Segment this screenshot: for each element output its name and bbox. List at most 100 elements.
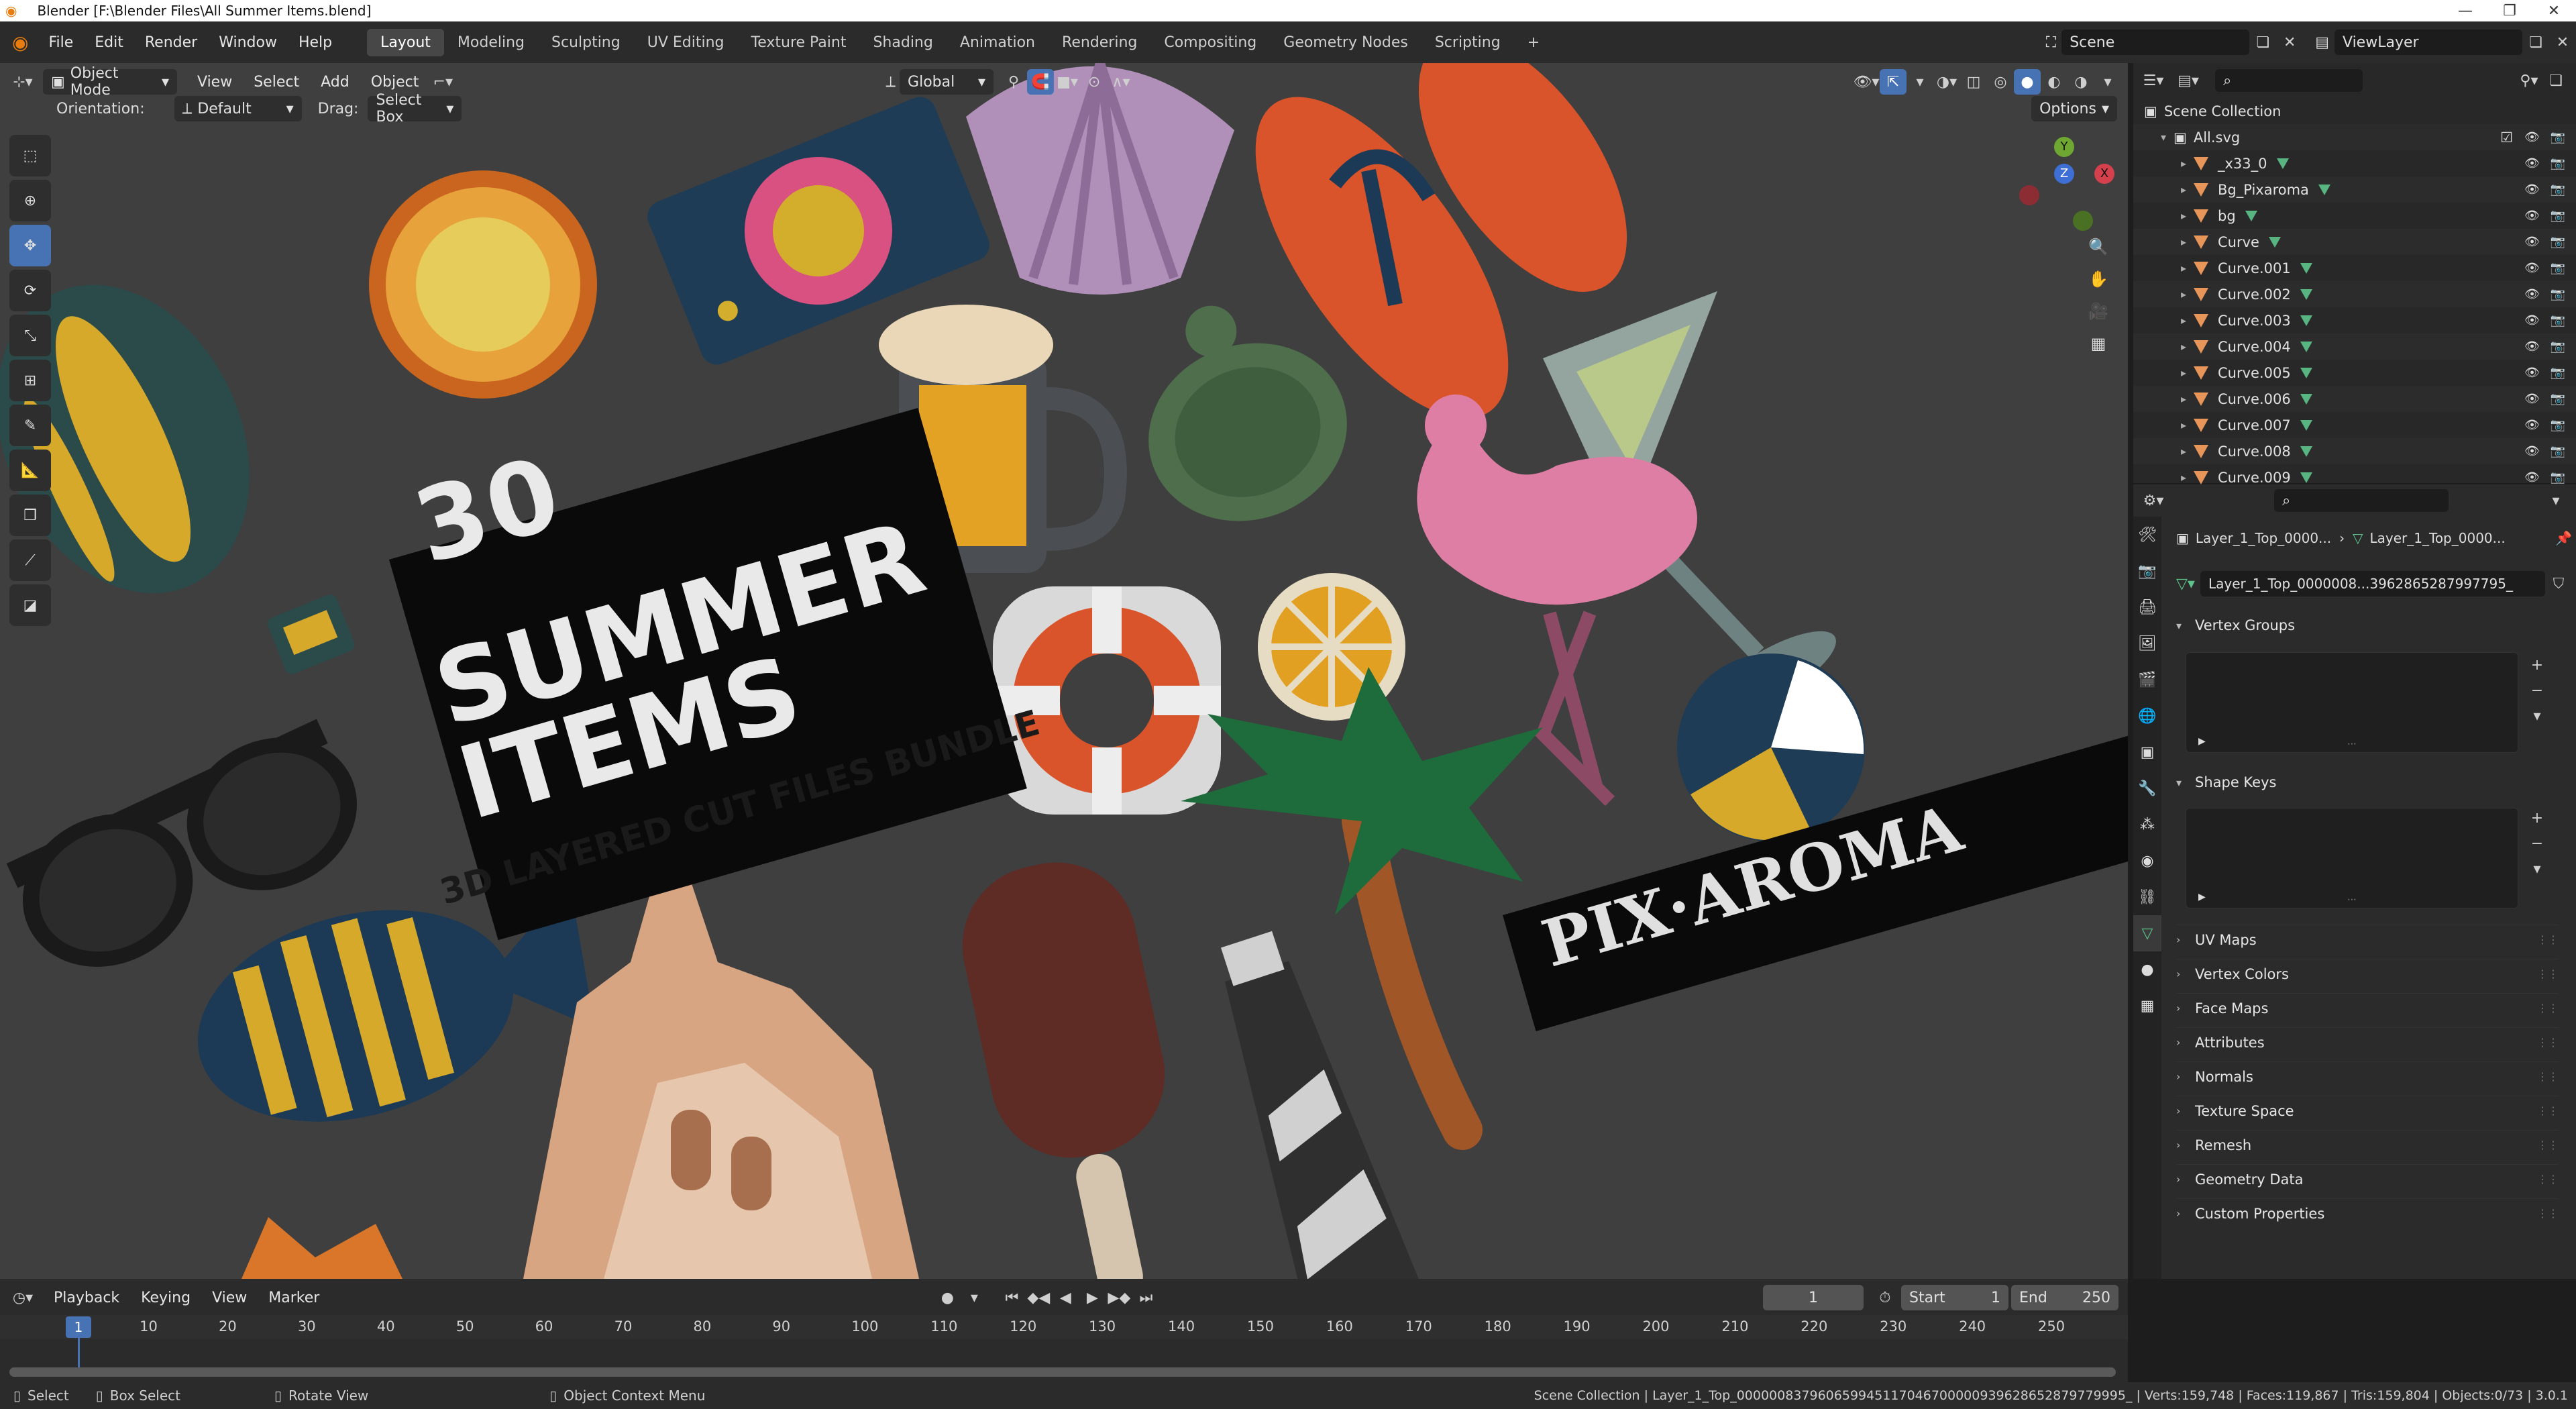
timeline-menu-keying[interactable]: Keying bbox=[130, 1290, 201, 1306]
annotate-tool-icon[interactable]: ✎ bbox=[9, 405, 51, 446]
expand-arrow-icon[interactable]: ▸ bbox=[2174, 236, 2194, 248]
tab-geometry-nodes[interactable]: Geometry Nodes bbox=[1270, 29, 1421, 56]
gizmo-y-axis[interactable]: Y bbox=[2054, 137, 2074, 157]
physics-tab-icon[interactable]: ◉ bbox=[2133, 843, 2161, 879]
3d-viewport[interactable]: 30 SUMMER ITEMS 3D LAYERED CUT FILES BUN… bbox=[0, 63, 2128, 1279]
gizmo-x-axis[interactable]: X bbox=[2094, 164, 2114, 184]
expand-arrow-icon[interactable]: ▸ bbox=[2174, 288, 2194, 301]
add-vertex-group-button[interactable]: + bbox=[2524, 652, 2551, 678]
timeline-menu-marker[interactable]: Marker bbox=[258, 1290, 330, 1306]
pivot-icon[interactable]: ⚲ bbox=[1000, 69, 1027, 95]
camera-icon[interactable]: 📷 bbox=[2551, 261, 2565, 275]
camera-icon[interactable]: 📷 bbox=[2551, 418, 2565, 432]
tab-modeling[interactable]: Modeling bbox=[444, 29, 538, 56]
expand-arrow-icon[interactable]: ▸ bbox=[2174, 183, 2194, 196]
solid-shading-icon[interactable]: ● bbox=[2014, 69, 2041, 95]
drag-grip-icon[interactable]: ⋮⋮ bbox=[2537, 1070, 2559, 1083]
tab-sculpting[interactable]: Sculpting bbox=[538, 29, 634, 56]
scale-tool-icon[interactable]: ⤡ bbox=[9, 315, 51, 356]
expand-arrow-icon[interactable]: ▸ bbox=[2174, 471, 2194, 484]
rotate-tool-icon[interactable]: ⟳ bbox=[9, 270, 51, 311]
render-tab-icon[interactable]: 📷 bbox=[2133, 553, 2161, 589]
scene-collection-row[interactable]: ▣ Scene Collection bbox=[2133, 98, 2576, 124]
drag-grip-icon[interactable]: ⋮⋮ bbox=[2537, 933, 2559, 946]
drag-grip-icon[interactable]: ⋮⋮ bbox=[2537, 1104, 2559, 1117]
timeline-menu-playback[interactable]: Playback bbox=[43, 1290, 130, 1306]
eye-icon[interactable]: 👁 bbox=[2524, 470, 2540, 484]
record-icon[interactable]: ● bbox=[934, 1285, 961, 1310]
add-workspace-button[interactable]: + bbox=[1514, 29, 1553, 56]
tab-uv-editing[interactable]: UV Editing bbox=[634, 29, 738, 56]
close-button[interactable]: ✕ bbox=[2532, 3, 2576, 19]
menu-file[interactable]: File bbox=[38, 34, 84, 51]
timeline-editor-type-icon[interactable]: ◷▾ bbox=[9, 1285, 36, 1310]
navigation-gizmo[interactable]: Y Z X bbox=[2012, 137, 2120, 244]
new-viewlayer-icon[interactable]: ❏ bbox=[2522, 30, 2549, 55]
expand-arrow-icon[interactable]: ▸ bbox=[2174, 393, 2194, 405]
jump-start-icon[interactable]: ⏮ bbox=[998, 1285, 1025, 1310]
gizmo-toggle-icon[interactable]: ⇱ bbox=[1880, 69, 1907, 95]
filter-icon[interactable]: ⚲▾ bbox=[2516, 68, 2542, 93]
camera-icon[interactable]: 📷 bbox=[2551, 444, 2565, 458]
tab-compositing[interactable]: Compositing bbox=[1150, 29, 1270, 56]
blender-menu-icon[interactable]: ◉ bbox=[12, 32, 28, 54]
orientation-selector[interactable]: ⟂ Default ▾ bbox=[174, 96, 302, 121]
outliner-object-row[interactable]: ▸ _x33_0 👁 📷 bbox=[2133, 150, 2576, 176]
expand-arrow-icon[interactable]: ▸ bbox=[2174, 445, 2194, 458]
gizmo-dropdown-icon[interactable]: ▾ bbox=[1907, 69, 1933, 95]
snap-target-icon[interactable]: ■▾ bbox=[1054, 69, 1081, 95]
outliner-object-row[interactable]: ▸ Curve.004 👁 📷 bbox=[2133, 333, 2576, 360]
viewport-menu-view[interactable]: View bbox=[186, 74, 243, 91]
eye-icon[interactable]: 👁 bbox=[2524, 366, 2540, 380]
camera-icon[interactable]: 📷 bbox=[2551, 470, 2565, 484]
start-frame-field[interactable]: Start 1 bbox=[1901, 1285, 2008, 1310]
panel-header[interactable]: › Attributes ⋮⋮ bbox=[2176, 1027, 2559, 1057]
menu-render[interactable]: Render bbox=[134, 34, 208, 51]
panel-shape-keys-header[interactable]: ▾ Shape Keys bbox=[2176, 768, 2559, 797]
gizmo-neg-y[interactable] bbox=[2073, 211, 2093, 231]
eye-icon[interactable]: 👁 bbox=[2524, 130, 2540, 144]
stopwatch-icon[interactable]: ⏱ bbox=[1872, 1285, 1898, 1310]
panel-header[interactable]: › Custom Properties ⋮⋮ bbox=[2176, 1198, 2559, 1228]
camera-icon[interactable]: 📷 bbox=[2551, 340, 2565, 354]
playhead[interactable]: 1 bbox=[66, 1316, 91, 1338]
drag-grip-icon[interactable]: ⋮⋮ bbox=[2537, 1207, 2559, 1220]
tab-animation[interactable]: Animation bbox=[947, 29, 1049, 56]
cursor-tool-icon[interactable]: ⊕ bbox=[9, 180, 51, 221]
timeline-scrollbar[interactable] bbox=[9, 1367, 2116, 1377]
jump-end-icon[interactable]: ⏭ bbox=[1132, 1285, 1159, 1310]
rendered-shading-icon[interactable]: ◑ bbox=[2068, 69, 2094, 95]
visibility-icon[interactable]: 👁▾ bbox=[1853, 69, 1880, 95]
expand-arrow-icon[interactable]: ▾ bbox=[2153, 131, 2174, 144]
material-tab-icon[interactable]: ● bbox=[2133, 951, 2161, 988]
panel-header[interactable]: › Texture Space ⋮⋮ bbox=[2176, 1096, 2559, 1125]
play-reverse-icon[interactable]: ◀ bbox=[1052, 1285, 1079, 1310]
tab-rendering[interactable]: Rendering bbox=[1049, 29, 1150, 56]
list-resize-grip-icon[interactable]: ⋯ bbox=[2347, 739, 2357, 749]
eye-icon[interactable]: 👁 bbox=[2524, 235, 2540, 249]
list-expand-icon[interactable]: ▶ bbox=[2198, 892, 2206, 902]
camera-icon[interactable]: 📷 bbox=[2551, 366, 2565, 380]
eye-icon[interactable]: 👁 bbox=[2524, 392, 2540, 406]
panel-header[interactable]: › Remesh ⋮⋮ bbox=[2176, 1130, 2559, 1159]
camera-icon[interactable]: 📷 bbox=[2551, 130, 2565, 144]
particles-tab-icon[interactable]: ⁂ bbox=[2133, 806, 2161, 843]
shear-tool-icon[interactable]: ⟋ bbox=[9, 539, 51, 581]
drag-grip-icon[interactable]: ⋮⋮ bbox=[2537, 1002, 2559, 1014]
checkbox-icon[interactable]: ☑ bbox=[2500, 129, 2513, 146]
data-tab-icon[interactable]: ▽ bbox=[2133, 915, 2161, 951]
zoom-icon[interactable]: 🔍 bbox=[2082, 231, 2114, 263]
display-mode-icon[interactable]: ▤▾ bbox=[2175, 68, 2202, 93]
panel-vertex-groups-header[interactable]: ▾ Vertex Groups bbox=[2176, 611, 2559, 640]
current-frame-field[interactable]: 1 bbox=[1763, 1285, 1864, 1310]
new-scene-icon[interactable]: ❏ bbox=[2249, 30, 2276, 55]
menu-edit[interactable]: Edit bbox=[84, 34, 134, 51]
falloff-icon[interactable]: ∧▾ bbox=[1108, 69, 1134, 95]
delete-viewlayer-icon[interactable]: ✕ bbox=[2549, 30, 2576, 55]
tab-scripting[interactable]: Scripting bbox=[1421, 29, 1514, 56]
pin-icon[interactable]: 📌 bbox=[2555, 530, 2572, 546]
texture-tab-icon[interactable]: ▦ bbox=[2133, 988, 2161, 1024]
remove-vertex-group-button[interactable]: − bbox=[2524, 678, 2551, 703]
pan-hand-icon[interactable]: ✋ bbox=[2082, 263, 2114, 295]
viewport-menu-select[interactable]: Select bbox=[243, 74, 310, 91]
